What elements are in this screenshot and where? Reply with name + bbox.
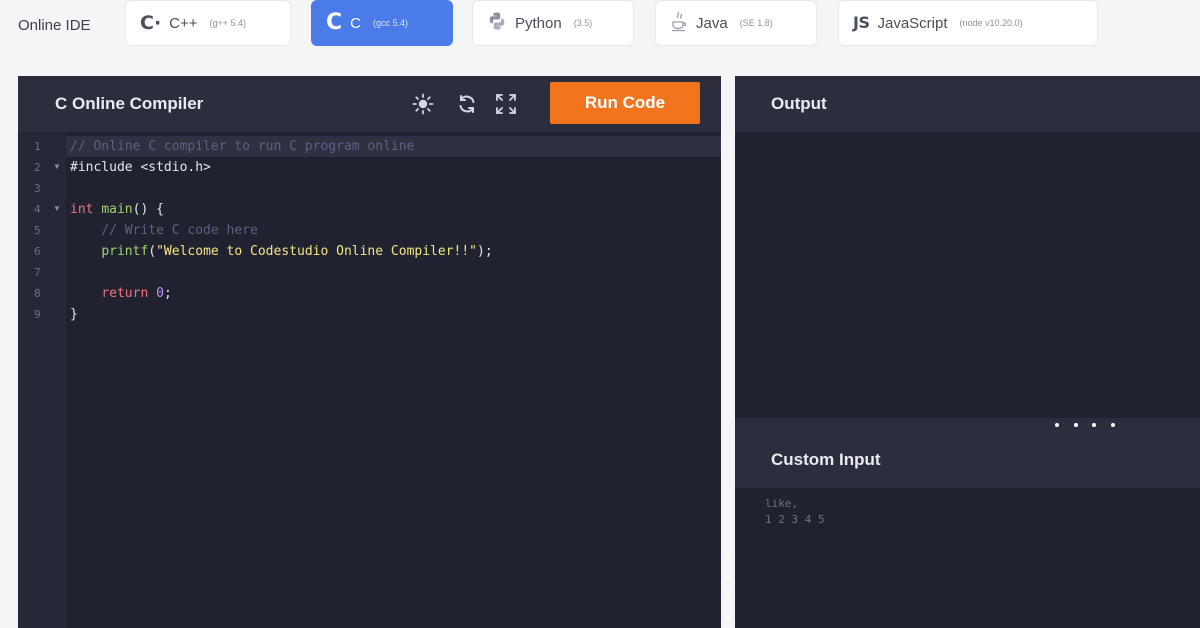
line-number: 3 [34,182,41,195]
tab-python-label: Python [515,14,562,32]
code-line[interactable]: printf("Welcome to Codestudio Online Com… [70,241,492,262]
custom-input-panel: Custom Input like, 1 2 3 4 5 [735,432,1200,628]
line-number: 9 [34,308,41,321]
custom-input-header: Custom Input [735,432,1200,488]
editor-title: C Online Compiler [55,94,204,113]
output-title: Output [771,94,827,113]
code-editor-panel: C Online Compiler Run Code 1 2 ▼ 3 4 ▼ 5… [18,76,721,628]
vertical-resize-handle[interactable] [721,76,735,628]
python-icon [487,11,507,35]
code-area[interactable]: // Online C compiler to run C program on… [66,132,721,628]
custom-input-field[interactable]: like, 1 2 3 4 5 [765,496,1185,616]
c-plus-plus-icon: C· [140,11,162,34]
line-number: 8 [34,287,41,300]
code-line[interactable]: return 0; [70,283,171,304]
drag-handle-icon [1055,423,1115,427]
drag-handle-icon [726,554,730,620]
tab-c[interactable]: C C (gcc 5.4) [311,0,453,46]
c-icon: C [326,10,343,35]
code-line[interactable]: int main() { [70,199,164,220]
line-number: 6 [34,245,41,258]
line-number-gutter: 1 2 ▼ 3 4 ▼ 5 6 7 8 9 [18,132,66,628]
placeholder-line: 1 2 3 4 5 [765,513,825,526]
javascript-icon: JS [853,13,870,32]
output-header: Output [735,76,1200,132]
tab-c-version: (gcc 5.4) [373,18,409,28]
tab-cpp[interactable]: C· C++ (g++ 5.4) [125,0,291,46]
placeholder-line: like, [765,497,799,510]
tab-java-label: Java [696,14,728,32]
tab-cpp-version: (g++ 5.4) [209,18,247,28]
code-line[interactable]: // Write C code here [70,220,258,241]
output-panel: Output [735,76,1200,418]
fold-arrow-icon[interactable]: ▼ [53,162,61,171]
tab-javascript-version: (node v10.20.0) [959,18,1023,28]
run-code-button[interactable]: Run Code [550,82,700,124]
tab-java[interactable]: Java (SE 1.8) [655,0,817,46]
reset-icon[interactable] [454,91,480,117]
language-bar: Online IDE C· C++ (g++ 5.4) C C (gcc 5.4… [0,0,1200,58]
code-line[interactable]: } [70,304,78,325]
java-icon [670,10,688,36]
tab-cpp-label: C++ [169,14,198,32]
brand-label: Online IDE [18,17,91,34]
fold-arrow-icon[interactable]: ▼ [53,204,61,213]
tab-python-version: (3.5) [573,18,593,28]
code-line[interactable]: // Online C compiler to run C program on… [70,136,414,157]
fullscreen-icon[interactable] [493,91,519,117]
tab-python[interactable]: Python (3.5) [472,0,634,46]
tab-java-version: (SE 1.8) [739,18,773,28]
tab-javascript-label: JavaScript [877,14,948,32]
editor-header: C Online Compiler Run Code [18,76,721,132]
horizontal-resize-handle[interactable] [735,418,1200,432]
line-number: 7 [34,266,41,279]
line-number: 5 [34,224,41,237]
tab-c-label: C [350,14,361,32]
code-line[interactable]: #include <stdio.h> [70,157,211,178]
custom-input-title: Custom Input [771,450,881,469]
line-number: 1 [34,140,41,153]
brightness-icon[interactable] [410,91,436,117]
tab-javascript[interactable]: JS JavaScript (node v10.20.0) [838,0,1098,46]
